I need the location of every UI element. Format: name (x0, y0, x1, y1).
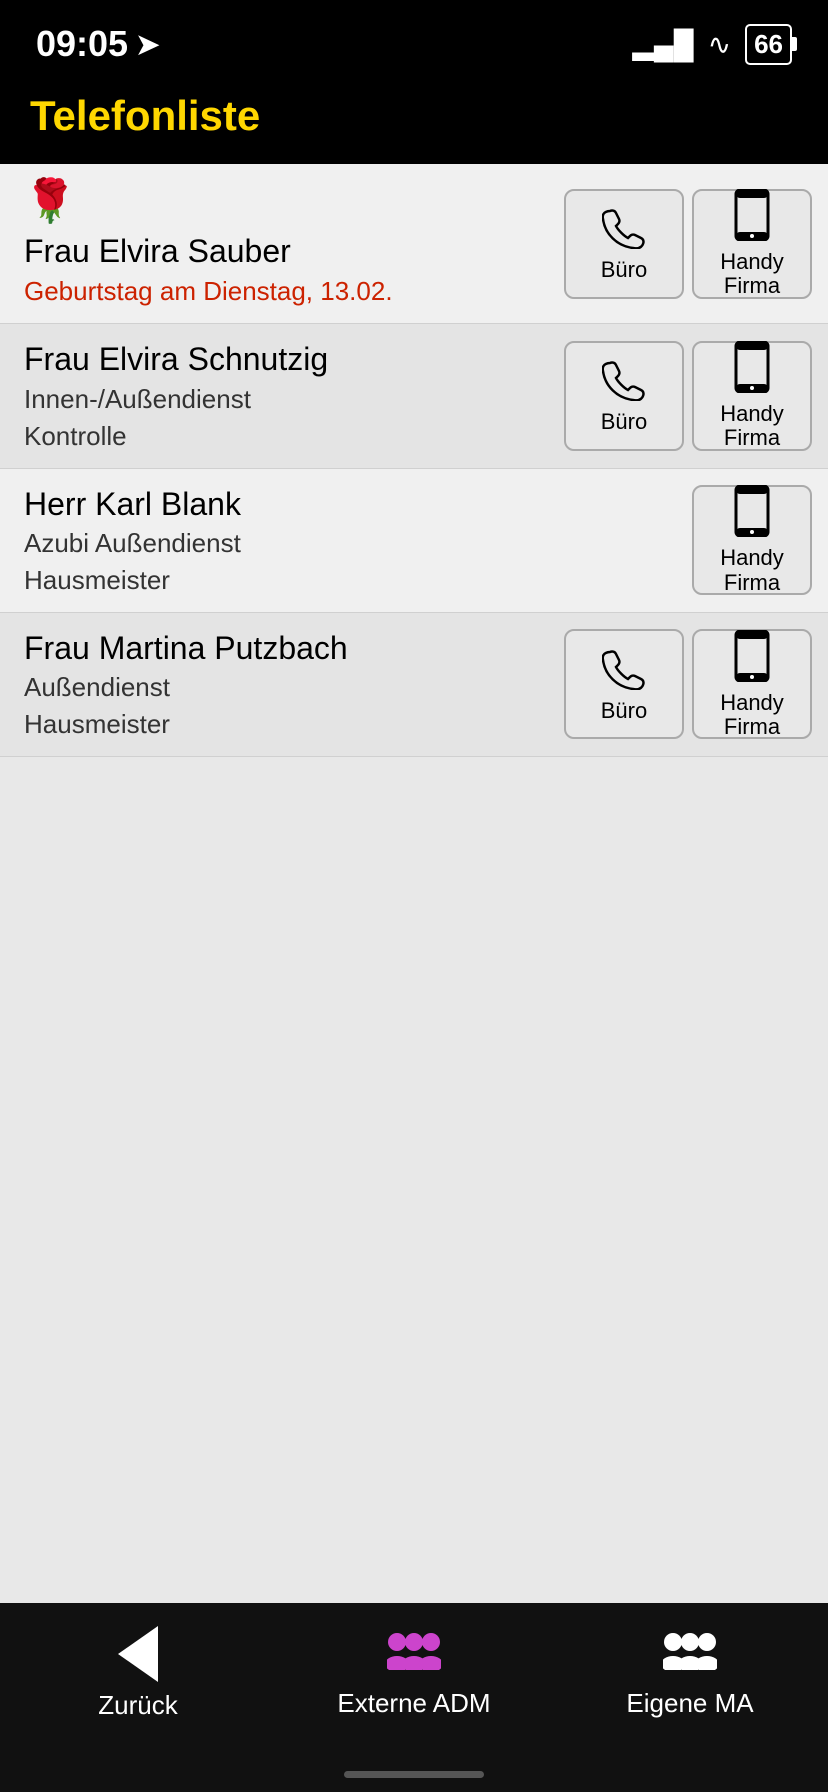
buero-label: Büro (601, 258, 647, 282)
battery-level: 66 (754, 29, 783, 59)
contact-name: Frau Elvira Schnutzig (24, 340, 552, 378)
contact-info: 🌹 Frau Elvira Sauber Geburtstag am Diens… (24, 180, 552, 307)
mobile-icon (734, 485, 770, 540)
rose-icon: 🌹 (24, 180, 76, 222)
buero-button[interactable]: Büro (564, 189, 684, 299)
tab-back[interactable]: Zurück (0, 1626, 276, 1721)
externe-adm-icon (387, 1628, 441, 1680)
list-item: 🌹 Frau Elvira Sauber Geburtstag am Diens… (0, 164, 828, 324)
contact-name: Herr Karl Blank (24, 485, 680, 523)
signal-icon: ▂▄█ (632, 28, 693, 61)
phone-icon (602, 646, 646, 693)
phone-icon (602, 357, 646, 404)
handy-firma-button[interactable]: HandyFirma (692, 341, 812, 451)
page-header: Telefonliste (0, 80, 828, 164)
buero-label: Büro (601, 699, 647, 723)
buero-label: Büro (601, 410, 647, 434)
handy-firma-label: HandyFirma (720, 691, 784, 739)
handy-firma-button[interactable]: HandyFirma (692, 189, 812, 299)
tab-bar: Zurück Externe ADM Eigen (0, 1603, 828, 1763)
action-buttons: Büro HandyFirma (564, 341, 812, 451)
contact-info: Frau Martina Putzbach Außendienst Hausme… (24, 629, 552, 740)
status-time: 09:05 ➤ (36, 23, 160, 65)
list-item: Frau Martina Putzbach Außendienst Hausme… (0, 613, 828, 757)
mobile-icon (734, 630, 770, 685)
battery-indicator: 66 (745, 24, 792, 65)
buero-button[interactable]: Büro (564, 629, 684, 739)
wifi-icon: ∿ (708, 28, 731, 61)
mobile-icon (734, 341, 770, 396)
contact-sub: Hausmeister (24, 565, 680, 596)
action-buttons: Büro HandyFirma (564, 189, 812, 299)
list-item: Herr Karl Blank Azubi Außendienst Hausme… (0, 469, 828, 613)
contact-dept: Azubi Außendienst (24, 527, 680, 561)
contact-info: Herr Karl Blank Azubi Außendienst Hausme… (24, 485, 680, 596)
contact-sub: Hausmeister (24, 709, 552, 740)
tab-externe-adm[interactable]: Externe ADM (276, 1628, 552, 1719)
handy-firma-label: HandyFirma (720, 250, 784, 298)
contact-list: 🌹 Frau Elvira Sauber Geburtstag am Diens… (0, 164, 828, 1603)
action-buttons: HandyFirma (692, 485, 812, 595)
contact-name: Frau Elvira Sauber (24, 232, 552, 270)
contact-dept: Außendienst (24, 671, 552, 705)
home-bar (344, 1771, 484, 1778)
back-arrow-icon (118, 1626, 158, 1682)
contact-birthday: Geburtstag am Dienstag, 13.02. (24, 276, 552, 307)
time-display: 09:05 (36, 23, 128, 65)
location-arrow-icon: ➤ (136, 28, 159, 61)
eigene-ma-icon (663, 1628, 717, 1680)
action-buttons: Büro HandyFirma (564, 629, 812, 739)
handy-firma-button[interactable]: HandyFirma (692, 485, 812, 595)
status-bar: 09:05 ➤ ▂▄█ ∿ 66 (0, 0, 828, 80)
contact-sub: Kontrolle (24, 421, 552, 452)
mobile-icon (734, 189, 770, 244)
phone-icon (602, 205, 646, 252)
page-title: Telefonliste (30, 92, 798, 140)
tab-externe-adm-label: Externe ADM (337, 1688, 490, 1719)
contact-name: Frau Martina Putzbach (24, 629, 552, 667)
home-indicator (0, 1763, 828, 1792)
status-right: ▂▄█ ∿ 66 (632, 24, 792, 65)
handy-firma-button[interactable]: HandyFirma (692, 629, 812, 739)
rose-area: 🌹 (24, 180, 552, 222)
buero-button[interactable]: Büro (564, 341, 684, 451)
tab-eigene-ma-label: Eigene MA (626, 1688, 753, 1719)
contact-dept: Innen-/Außendienst (24, 383, 552, 417)
handy-firma-label: HandyFirma (720, 546, 784, 594)
tab-eigene-ma[interactable]: Eigene MA (552, 1628, 828, 1719)
handy-firma-label: HandyFirma (720, 402, 784, 450)
tab-back-label: Zurück (98, 1690, 177, 1721)
list-item: Frau Elvira Schnutzig Innen-/Außendienst… (0, 324, 828, 468)
contact-info: Frau Elvira Schnutzig Innen-/Außendienst… (24, 340, 552, 451)
